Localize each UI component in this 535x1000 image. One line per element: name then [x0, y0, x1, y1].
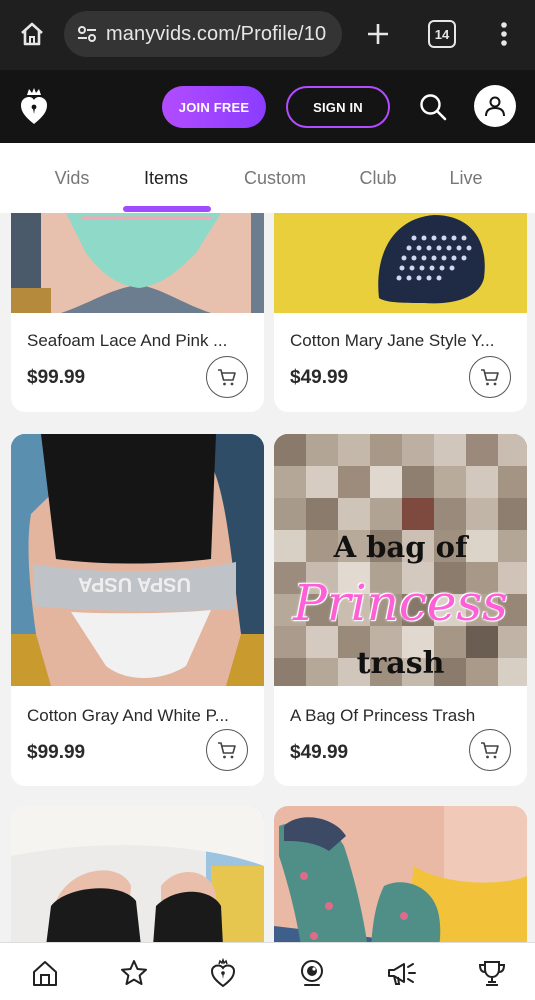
manyvids-logo-icon [21, 88, 47, 124]
nav-news[interactable] [386, 957, 418, 989]
trophy-icon [478, 961, 506, 986]
search-icon [420, 94, 447, 121]
product-title[interactable]: Seafoam Lace And Pink ... [27, 331, 227, 351]
cart-icon [218, 369, 236, 386]
nav-home[interactable] [29, 957, 61, 989]
plus-icon [368, 24, 388, 44]
cart-icon [481, 369, 499, 386]
product-price: $99.99 [27, 742, 86, 763]
product-title[interactable]: Cotton Mary Jane Style Y... [290, 331, 494, 351]
browser-home-button[interactable] [14, 16, 50, 52]
user-icon [485, 96, 505, 117]
site-settings-icon[interactable] [76, 23, 98, 45]
join-free-button[interactable]: JOIN FREE [162, 86, 266, 128]
svg-text:USPA USPA: USPA USPA [78, 573, 191, 595]
new-tab-button[interactable] [360, 16, 396, 52]
product-card[interactable]: Cotton Mary Jane Style Y... $49.99 [274, 213, 527, 412]
tab-vids[interactable]: Vids [32, 143, 112, 213]
cart-icon [481, 742, 499, 759]
product-image[interactable]: A bag of Princess trash [274, 434, 527, 686]
product-price: $99.99 [27, 367, 86, 388]
tab-items[interactable]: Items [126, 143, 206, 213]
sign-in-button[interactable]: SIGN IN [286, 86, 390, 128]
home-icon [33, 961, 57, 986]
nav-favorites[interactable] [118, 957, 150, 989]
more-vert-icon [501, 22, 507, 46]
product-price: $49.99 [290, 367, 349, 388]
tab-custom[interactable]: Custom [230, 143, 320, 213]
add-to-cart-button[interactable] [206, 729, 248, 771]
tab-switcher-button[interactable]: 14 [428, 20, 456, 48]
add-to-cart-button[interactable] [469, 356, 511, 398]
add-to-cart-button[interactable] [469, 729, 511, 771]
nav-manyvids[interactable] [207, 957, 239, 989]
star-icon [121, 960, 147, 985]
product-card[interactable] [274, 806, 527, 942]
address-bar[interactable]: manyvids.com/Profile/10 [64, 11, 342, 57]
webcam-icon [301, 960, 323, 986]
image-caption-line-2: Princess [293, 574, 508, 632]
product-title[interactable]: Cotton Gray And White P... [27, 706, 229, 726]
product-image[interactable]: USPA USPA [11, 434, 264, 686]
product-card[interactable]: A bag of Princess trash A Bag Of Princes… [274, 434, 527, 786]
browser-toolbar: manyvids.com/Profile/10 14 [0, 0, 535, 70]
product-image[interactable] [11, 806, 264, 942]
product-card[interactable] [11, 806, 264, 942]
product-image[interactable] [11, 213, 264, 313]
image-caption-line-1: A bag of [333, 530, 468, 564]
product-image[interactable] [274, 213, 527, 313]
nav-contests[interactable] [476, 957, 508, 989]
product-price: $49.99 [290, 742, 349, 763]
product-title[interactable]: A Bag Of Princess Trash [290, 706, 475, 726]
add-to-cart-button[interactable] [206, 356, 248, 398]
profile-tabs: Vids Items Custom Club Live [0, 143, 535, 213]
url-text: manyvids.com/Profile/10 [106, 22, 327, 45]
cart-icon [218, 742, 236, 759]
bottom-navigation [0, 942, 535, 1000]
product-image[interactable] [274, 806, 527, 942]
active-tab-indicator [123, 206, 211, 212]
home-icon [21, 22, 43, 46]
nav-live-cams[interactable] [296, 957, 328, 989]
search-button[interactable] [415, 89, 451, 125]
megaphone-icon [388, 963, 416, 985]
site-header: JOIN FREE SIGN IN [0, 70, 535, 143]
product-card[interactable]: USPA USPA Cotton Gray And White P... $99… [11, 434, 264, 786]
image-caption-line-3: trash [356, 646, 445, 681]
account-button[interactable] [474, 85, 516, 127]
manyvids-logo[interactable] [18, 86, 50, 126]
product-card[interactable]: Seafoam Lace And Pink ... $99.99 [11, 213, 264, 412]
browser-menu-button[interactable] [490, 16, 518, 52]
manyvids-heart-icon [210, 958, 236, 988]
tab-live[interactable]: Live [428, 143, 504, 213]
tab-club[interactable]: Club [340, 143, 416, 213]
product-grid: Seafoam Lace And Pink ... $99.99 Cotton … [0, 213, 535, 942]
